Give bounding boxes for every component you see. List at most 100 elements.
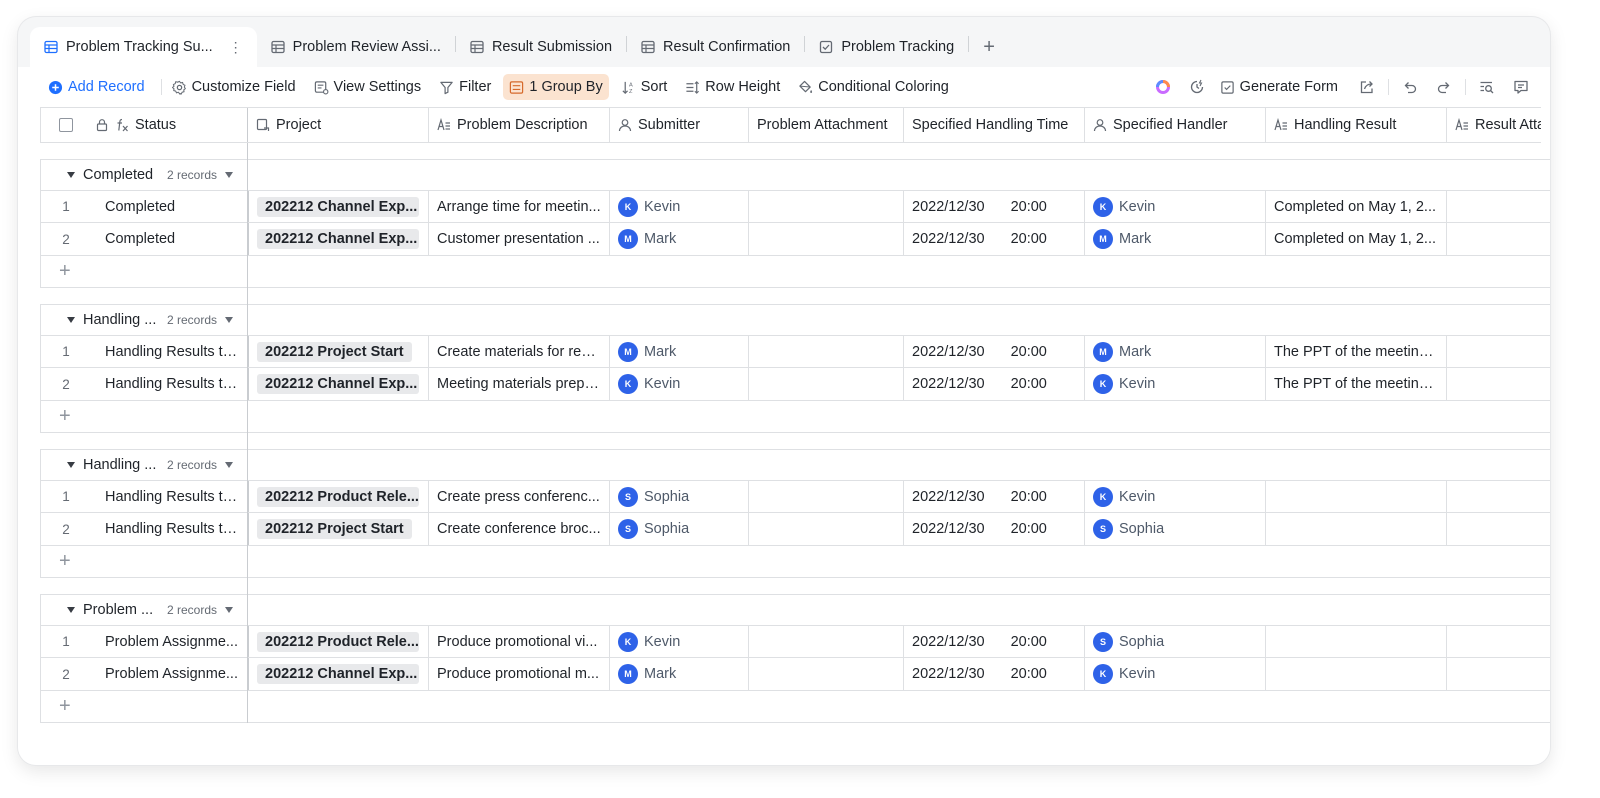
group-header[interactable]: Completed 2 records — [41, 160, 1550, 191]
project-cell[interactable]: 202212 Product Rele... — [248, 626, 429, 658]
add-row-button[interactable]: + — [41, 546, 1550, 577]
description-cell[interactable]: Arrange time for meetin... — [429, 191, 610, 223]
sort-button[interactable]: AZ Sort — [615, 74, 674, 100]
add-record-button[interactable]: Add Record — [42, 74, 151, 100]
handling-time-cell[interactable]: 2022/12/30 20:00 — [904, 513, 1085, 545]
column-header-project[interactable]: Project — [248, 108, 429, 142]
add-row-button[interactable]: + — [41, 401, 1550, 432]
description-cell[interactable]: Customer presentation ... — [429, 223, 610, 255]
filter-button[interactable]: Filter — [433, 74, 497, 100]
handler-cell[interactable]: M Mark — [1085, 223, 1266, 255]
handler-cell[interactable]: S Sophia — [1085, 626, 1266, 658]
result-attachment-cell[interactable] — [1447, 658, 1541, 689]
column-header-attachment[interactable]: Problem Attachment — [749, 108, 904, 142]
tab-result-confirmation[interactable]: Result Confirmation — [627, 27, 804, 67]
description-cell[interactable]: Produce promotional m... — [429, 658, 610, 690]
add-row-button[interactable]: + — [41, 691, 1550, 722]
handler-cell[interactable]: M Mark — [1085, 336, 1266, 368]
description-cell[interactable]: Meeting materials prepa... — [429, 368, 610, 400]
table-row[interactable]: 1 Handling Results to... 202212 Product Re… — [41, 481, 1550, 514]
column-header-handler[interactable]: Specified Handler — [1085, 108, 1266, 142]
submitter-cell[interactable]: S Sophia — [610, 513, 749, 545]
handling-time-cell[interactable]: 2022/12/30 20:00 — [904, 223, 1085, 255]
tab-problem-review[interactable]: Problem Review Assi... — [257, 27, 455, 67]
attachment-cell[interactable] — [749, 481, 904, 513]
handling-time-cell[interactable]: 2022/12/30 20:00 — [904, 336, 1085, 368]
table-row[interactable]: 2 Problem Assignme... 202212 Channel Exp..… — [41, 658, 1550, 691]
result-attachment-cell[interactable] — [1447, 191, 1541, 222]
handler-cell[interactable]: K Kevin — [1085, 191, 1266, 223]
column-header-status[interactable]: Status — [40, 108, 248, 142]
select-all-checkbox[interactable] — [59, 118, 73, 132]
result-attachment-cell[interactable] — [1447, 481, 1541, 512]
collapse-caret-icon[interactable] — [67, 317, 75, 323]
comments-button[interactable] — [1504, 74, 1538, 100]
table-row[interactable]: 2 Handling Results to... 202212 Channel Ex… — [41, 368, 1550, 401]
result-attachment-cell[interactable] — [1447, 368, 1541, 399]
handling-result-cell[interactable]: The PPT of the meeting ... — [1266, 336, 1447, 368]
view-settings-button[interactable]: View Settings — [308, 74, 428, 100]
submitter-cell[interactable]: M Mark — [610, 336, 749, 368]
ai-assistant-button[interactable] — [1146, 74, 1180, 100]
column-header-result-attachment[interactable]: Result Atta — [1447, 108, 1541, 142]
tab-result-submission[interactable]: Result Submission — [456, 27, 626, 67]
handling-result-cell[interactable] — [1266, 658, 1447, 690]
submitter-cell[interactable]: K Kevin — [610, 626, 749, 658]
automation-button[interactable] — [1180, 74, 1214, 100]
status-cell[interactable]: Handling Results to... — [91, 336, 248, 367]
handling-time-cell[interactable]: 2022/12/30 20:00 — [904, 626, 1085, 658]
group-by-button[interactable]: 1 Group By — [503, 74, 609, 100]
status-cell[interactable]: Handling Results to... — [91, 368, 248, 399]
table-row[interactable]: 1 Completed 202212 Channel Exp... Arrange t… — [41, 191, 1550, 224]
attachment-cell[interactable] — [749, 368, 904, 400]
project-cell[interactable]: 202212 Channel Exp... — [248, 368, 429, 400]
collapse-caret-icon[interactable] — [67, 462, 75, 468]
attachment-cell[interactable] — [749, 626, 904, 658]
group-header[interactable]: Problem ... 2 records — [41, 595, 1550, 626]
tab-problem-tracking[interactable]: Problem Tracking — [805, 27, 968, 67]
submitter-cell[interactable]: M Mark — [610, 223, 749, 255]
handler-cell[interactable]: K Kevin — [1085, 481, 1266, 513]
handler-cell[interactable]: S Sophia — [1085, 513, 1266, 545]
customize-field-button[interactable]: Customize Field — [166, 74, 302, 100]
table-row[interactable]: 1 Handling Results to... 202212 Project St… — [41, 336, 1550, 369]
table-row[interactable]: 2 Completed 202212 Channel Exp... Customer … — [41, 223, 1550, 256]
handling-result-cell[interactable] — [1266, 626, 1447, 658]
collapse-caret-icon[interactable] — [67, 607, 75, 613]
collapse-caret-icon[interactable] — [67, 172, 75, 178]
handling-result-cell[interactable] — [1266, 481, 1447, 513]
group-menu-caret-icon[interactable] — [225, 317, 234, 323]
project-cell[interactable]: 202212 Project Start — [248, 513, 429, 545]
group-header[interactable]: Handling ... 2 records — [41, 450, 1550, 481]
submitter-cell[interactable]: K Kevin — [610, 191, 749, 223]
status-cell[interactable]: Handling Results to... — [91, 513, 248, 544]
status-cell[interactable]: Completed — [91, 223, 248, 254]
handling-result-cell[interactable]: Completed on May 1, 2... — [1266, 223, 1447, 255]
project-cell[interactable]: 202212 Channel Exp... — [248, 658, 429, 690]
redo-button[interactable] — [1427, 74, 1461, 100]
project-cell[interactable]: 202212 Product Rele... — [248, 481, 429, 513]
submitter-cell[interactable]: K Kevin — [610, 368, 749, 400]
status-cell[interactable]: Handling Results to... — [91, 481, 248, 512]
group-header[interactable]: Handling ... 2 records — [41, 305, 1550, 336]
column-header-description[interactable]: Problem Description — [429, 108, 610, 142]
undo-button[interactable] — [1393, 74, 1427, 100]
add-row-button[interactable]: + — [41, 256, 1550, 287]
column-header-submitter[interactable]: Submitter — [610, 108, 749, 142]
handling-time-cell[interactable]: 2022/12/30 20:00 — [904, 658, 1085, 690]
row-height-button[interactable]: Row Height — [679, 74, 786, 100]
add-tab-button[interactable]: + — [969, 27, 1009, 67]
status-cell[interactable]: Problem Assignme... — [91, 626, 248, 657]
more-vertical-icon[interactable]: ⋮ — [229, 39, 243, 56]
description-cell[interactable]: Produce promotional vi... — [429, 626, 610, 658]
status-cell[interactable]: Completed — [91, 191, 248, 222]
result-attachment-cell[interactable] — [1447, 513, 1541, 544]
handling-result-cell[interactable]: Completed on May 1, 2... — [1266, 191, 1447, 223]
attachment-cell[interactable] — [749, 223, 904, 255]
table-row[interactable]: 1 Problem Assignme... 202212 Product Rele.… — [41, 626, 1550, 659]
attachment-cell[interactable] — [749, 336, 904, 368]
handling-time-cell[interactable]: 2022/12/30 20:00 — [904, 481, 1085, 513]
handling-result-cell[interactable] — [1266, 513, 1447, 545]
conditional-coloring-button[interactable]: Conditional Coloring — [792, 74, 955, 100]
submitter-cell[interactable]: M Mark — [610, 658, 749, 690]
